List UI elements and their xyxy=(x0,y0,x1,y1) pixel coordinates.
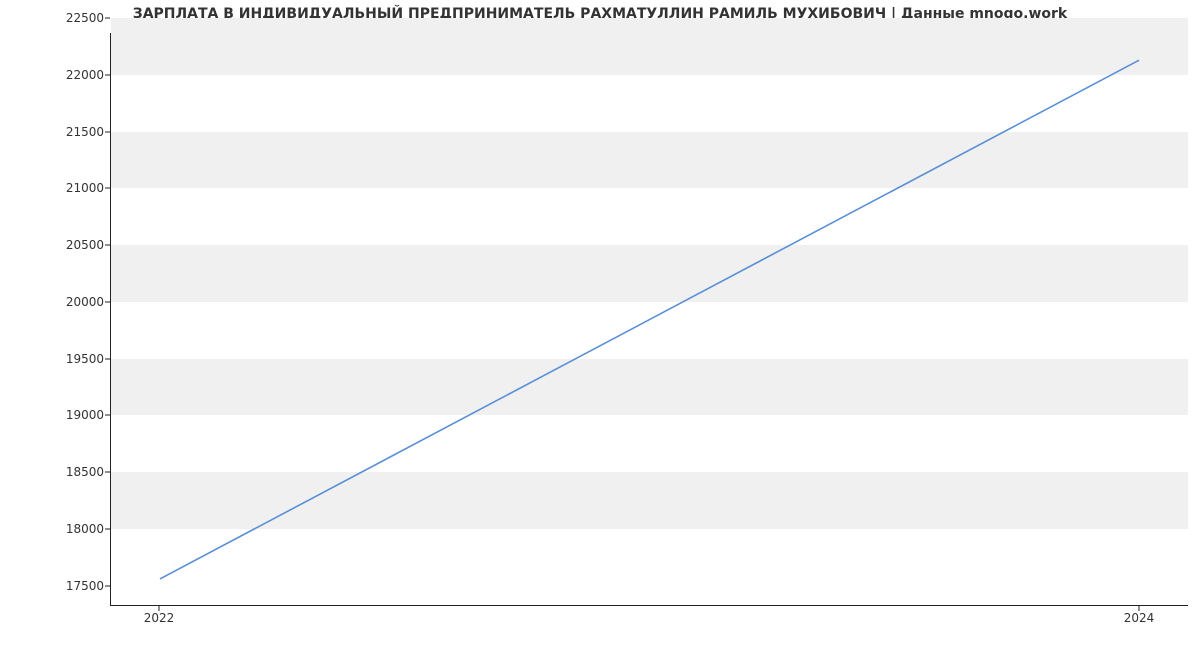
y-tick-mark xyxy=(105,472,110,473)
x-tick-label: 2022 xyxy=(144,611,175,625)
y-tick-mark xyxy=(105,188,110,189)
y-tick-label: 20500 xyxy=(44,238,104,252)
y-tick-label: 17500 xyxy=(44,579,104,593)
y-tick-label: 19500 xyxy=(44,352,104,366)
y-tick-label: 18500 xyxy=(44,465,104,479)
x-tick-mark xyxy=(1139,606,1140,611)
data-line xyxy=(160,60,1139,579)
chart-figure: ЗАРПЛАТА В ИНДИВИДУАЛЬНЫЙ ПРЕДПРИНИМАТЕЛ… xyxy=(0,0,1200,650)
y-tick-mark xyxy=(105,358,110,359)
y-tick-mark xyxy=(105,245,110,246)
x-tick-label: 2024 xyxy=(1124,611,1155,625)
y-tick-label: 22500 xyxy=(44,11,104,25)
y-tick-mark xyxy=(105,528,110,529)
y-tick-mark xyxy=(105,18,110,19)
y-tick-mark xyxy=(105,74,110,75)
y-tick-label: 20000 xyxy=(44,295,104,309)
y-tick-label: 19000 xyxy=(44,408,104,422)
y-tick-label: 21500 xyxy=(44,125,104,139)
y-tick-mark xyxy=(105,585,110,586)
y-tick-mark xyxy=(105,131,110,132)
y-tick-mark xyxy=(105,301,110,302)
y-tick-label: 22000 xyxy=(44,68,104,82)
line-series xyxy=(111,33,1188,605)
plot-area xyxy=(110,33,1188,606)
x-tick-mark xyxy=(159,606,160,611)
y-tick-label: 21000 xyxy=(44,181,104,195)
y-tick-label: 18000 xyxy=(44,522,104,536)
y-tick-mark xyxy=(105,415,110,416)
